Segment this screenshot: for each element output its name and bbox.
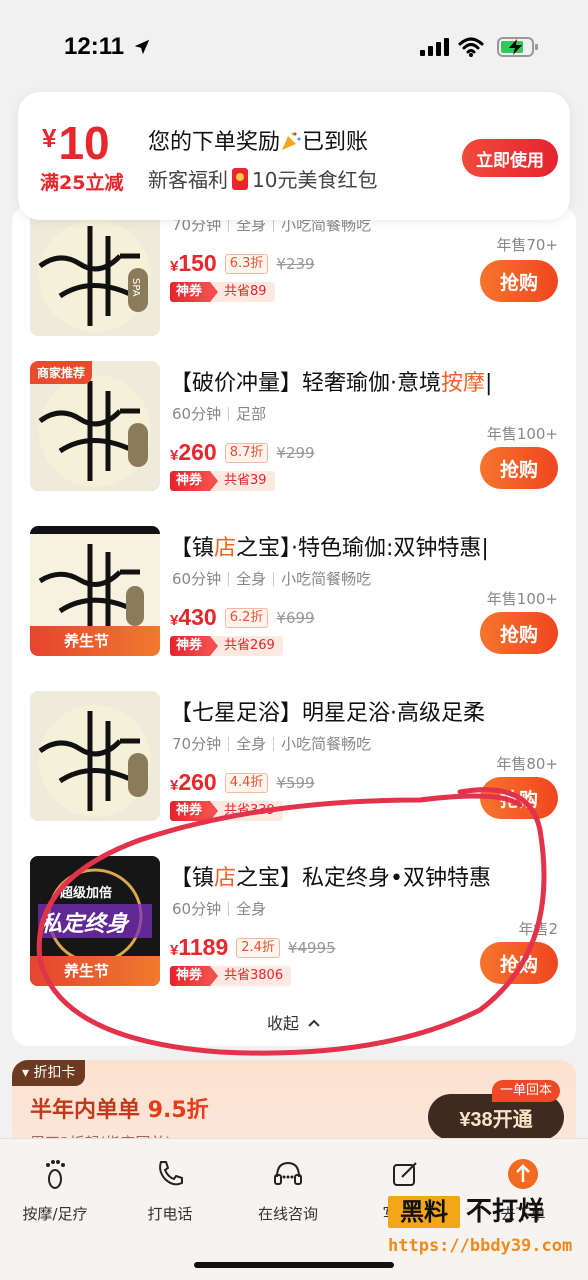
deal-title: 【七星足浴】明星足浴·高级足柔 [170, 701, 485, 726]
deal-title: 【镇店之宝】私定终身•双钟特惠 [170, 866, 492, 891]
deal-meta: 60分钟 全身 [172, 900, 267, 918]
deal-coupon: 神券 共省3806 [170, 966, 292, 986]
deal-meta: 60分钟 足部 [172, 405, 267, 423]
arrow-up-icon [508, 1159, 538, 1189]
reward-title: 您的下单奖励 已到账 [148, 130, 369, 155]
status-bar: 12:11 [0, 0, 588, 90]
reward-subtitle: 新客福利 10元美食红包 [148, 168, 378, 192]
chevron-up-icon [308, 1019, 320, 1027]
deal-item[interactable]: 【七星足浴】明星足浴·高级足柔 70分钟 全身 小吃简餐畅吃 年售80+ ¥260 … [12, 681, 576, 846]
deal-coupon: 神券 共省269 [170, 636, 283, 656]
reward-condition: 满25立减 [40, 172, 124, 194]
location-arrow-icon [134, 39, 150, 55]
pay-back-badge: 一单回本 [491, 1080, 560, 1102]
tab-phone[interactable]: 打电话 [115, 1157, 225, 1224]
wifi-icon [458, 37, 484, 57]
discount-card-tag: ▾ 折扣卡 [12, 1060, 86, 1086]
deal-price-row: ¥150 6.3折 ¥239 [170, 250, 315, 276]
reward-amount: ¥10 [42, 117, 110, 169]
collapse-toggle[interactable]: 收起 [12, 1010, 576, 1034]
deal-sold: 年售100+ [486, 425, 558, 443]
home-indicator [194, 1262, 394, 1268]
buy-button[interactable]: 抢购 [480, 260, 558, 302]
merchant-recommend-tag: 商家推荐 [30, 361, 93, 384]
footprint-icon [46, 1160, 65, 1189]
deal-list: SPA 70分钟 全身 小吃简餐畅吃 年售70+ ¥150 6.3折 ¥239 神券… [12, 206, 576, 1046]
watermark: 黑料 不打烊 https://bbdy39.com [388, 1196, 573, 1256]
deal-meta: 70分钟 全身 小吃简餐畅吃 [172, 735, 372, 753]
festival-ribbon: 养生节 [30, 626, 160, 656]
deal-item[interactable]: 商家推荐 【破价冲量】轻奢瑜伽·意境按摩| 60分钟 足部 年售100+ ¥260… [12, 351, 576, 516]
deal-sold: 年售80+ [496, 755, 558, 773]
battery-charging-icon [497, 37, 538, 57]
deal-item[interactable]: 超级加倍 私定终身 养生节 【镇店之宝】私定终身•双钟特惠 60分钟 全身 年售2… [12, 846, 576, 1011]
edit-icon [393, 1162, 417, 1186]
deal-sold: 年售2 [518, 920, 558, 938]
deal-thumbnail [30, 691, 160, 821]
deal-title: 【破价冲量】轻奢瑜伽·意境按摩| [170, 371, 493, 396]
status-time: 12:11 [64, 33, 125, 60]
use-now-button[interactable]: 立即使用 [462, 139, 558, 177]
deal-thumbnail: 养生节 [30, 526, 160, 656]
jing-spa-logo [38, 220, 151, 332]
phone-icon [159, 1161, 183, 1186]
red-envelope-icon [232, 168, 248, 190]
buy-button[interactable]: 抢购 [480, 942, 558, 984]
festival-ribbon: 养生节 [30, 956, 160, 986]
tab-massage[interactable]: 按摩/足疗 [0, 1157, 110, 1224]
deal-price-row: ¥260 8.7折 ¥299 [170, 439, 315, 465]
buy-button[interactable]: 抢购 [480, 777, 558, 819]
discount-card-title: 半年内单单 9.5折 [30, 1098, 209, 1123]
deal-price-row: ¥1189 2.4折 ¥4995 [170, 934, 336, 960]
deal-coupon: 神券 共省339 [170, 801, 283, 821]
deal-item[interactable]: 养生节 【镇店之宝】·特色瑜伽:双钟特惠| 60分钟 全身 小吃简餐畅吃 年售100… [12, 516, 576, 681]
deal-coupon: 神券 共省39 [170, 471, 275, 491]
reward-banner: ¥10 满25立减 您的下单奖励 已到账 新客福利 10元美食红包 立即使用 [18, 92, 570, 220]
party-popper-icon [282, 132, 301, 150]
tab-consult[interactable]: 在线咨询 [233, 1157, 343, 1224]
deal-thumbnail: 超级加倍 私定终身 养生节 [30, 856, 160, 986]
jing-spa-logo [38, 705, 151, 817]
deal-sold: 年售100+ [486, 590, 558, 608]
deal-title: 【镇店之宝】·特色瑜伽:双钟特惠| [170, 536, 489, 561]
deal-sold: 年售70+ [496, 236, 558, 254]
deal-meta: 60分钟 全身 小吃简餐畅吃 [172, 570, 372, 588]
deal-thumbnail: 商家推荐 [30, 361, 160, 491]
headset-icon [274, 1161, 302, 1185]
deal-price-row: ¥430 6.2折 ¥699 [170, 604, 315, 630]
signal-icon [420, 38, 449, 56]
deal-price-row: ¥260 4.4折 ¥599 [170, 769, 315, 795]
buy-button[interactable]: 抢购 [480, 447, 558, 489]
buy-button[interactable]: 抢购 [480, 612, 558, 654]
deal-item[interactable]: SPA 70分钟 全身 小吃简餐畅吃 年售70+ ¥150 6.3折 ¥239 神券… [12, 206, 576, 351]
deal-coupon: 神券 共省89 [170, 282, 275, 302]
deal-thumbnail: SPA [30, 206, 160, 336]
